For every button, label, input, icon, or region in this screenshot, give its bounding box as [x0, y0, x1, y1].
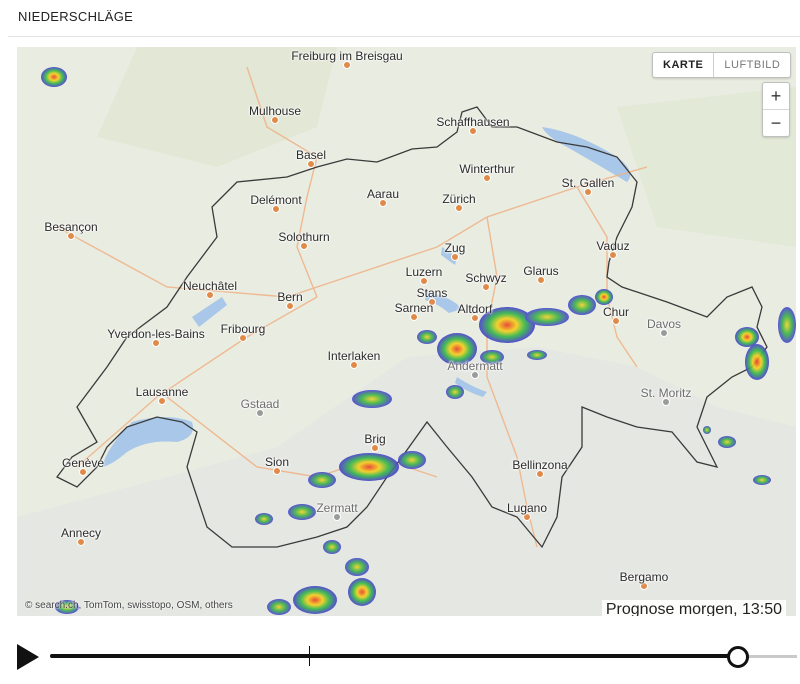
panel-title: NIEDERSCHLÄGE — [18, 9, 134, 24]
city-label: Stans — [416, 286, 448, 300]
city-label: Zug — [444, 241, 466, 255]
city-label: Yverdon-les-Bains — [107, 327, 205, 341]
city-label: Neuchâtel — [182, 279, 238, 293]
city-label: Aarau — [366, 187, 400, 201]
timeline-handle[interactable] — [727, 646, 749, 668]
city-label: Gstaad — [240, 397, 280, 411]
city-label: Bellinzona — [512, 458, 568, 472]
city-label: Bergamo — [619, 570, 669, 584]
timeline-track[interactable] — [50, 654, 740, 658]
city-label: Delémont — [250, 193, 302, 207]
city-label: Schwyz — [465, 271, 507, 285]
city-label: Mulhouse — [248, 104, 302, 118]
play-icon[interactable] — [17, 644, 39, 670]
city-label: Annecy — [60, 526, 102, 540]
city-label: Lugano — [506, 501, 548, 515]
zoom-control: + − — [762, 82, 790, 137]
city-label: Besançon — [44, 220, 98, 234]
precipitation-map[interactable]: Freiburg im Breisgau Mulhouse Schaffhausen… — [17, 47, 796, 616]
map-type-toggle[interactable]: KARTE LUFTBILD — [652, 52, 792, 78]
city-label: Schaffhausen — [436, 115, 510, 129]
timeline-now-marker — [309, 646, 310, 666]
city-label: Lausanne — [135, 385, 189, 399]
city-label: Andermatt — [447, 359, 503, 373]
city-label: Vaduz — [596, 239, 630, 253]
city-label: Interlaken — [327, 349, 381, 363]
panel-header: NIEDERSCHLÄGE — [0, 0, 800, 34]
map-attribution: © search.ch, TomTom, swisstopo, OSM, oth… — [25, 600, 233, 611]
city-label: Chur — [602, 305, 630, 319]
city-label: Davos — [646, 317, 682, 331]
forecast-time-label: Prognose morgen, 13:50 — [601, 600, 786, 616]
city-label: Genève — [61, 456, 105, 470]
zoom-in-button[interactable]: + — [763, 83, 789, 110]
city-label: Sion — [264, 455, 290, 469]
zoom-out-button[interactable]: − — [763, 110, 789, 136]
city-label: St. Moritz — [640, 386, 692, 400]
city-label: Glarus — [523, 264, 559, 278]
header-divider — [8, 36, 800, 37]
city-label: Brig — [364, 432, 386, 446]
city-label: Luzern — [405, 265, 443, 279]
city-label: Fribourg — [220, 322, 266, 336]
city-label: Bern — [277, 290, 303, 304]
city-label: Altdorf — [457, 302, 493, 316]
city-label: St. Gallen — [561, 176, 615, 190]
map-view-button[interactable]: KARTE — [653, 53, 715, 77]
city-label: Winterthur — [459, 162, 515, 176]
timeline-player — [0, 630, 800, 684]
city-label: Solothurn — [278, 230, 330, 244]
city-label: Zermatt — [316, 501, 358, 515]
satellite-view-button[interactable]: LUFTBILD — [714, 53, 790, 77]
city-label: Zürich — [442, 192, 476, 206]
city-label: Freiburg im Breisgau — [291, 49, 403, 63]
city-label: Sarnen — [394, 301, 434, 315]
city-label: Basel — [295, 148, 327, 162]
